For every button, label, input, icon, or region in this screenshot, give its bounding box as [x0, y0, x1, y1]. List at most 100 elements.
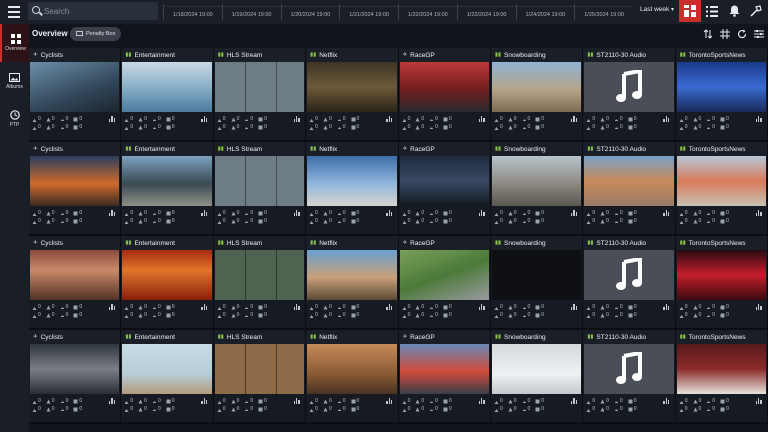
bar-chart-icon[interactable]: [570, 304, 577, 310]
stream-tile[interactable]: ▮▮ Snowboarding 0 0 0 0 0 0 0 0: [490, 330, 584, 424]
bar-chart-icon[interactable]: [570, 398, 577, 404]
bar-chart-icon[interactable]: [109, 304, 115, 310]
stream-tile[interactable]: ✈ Cyclists 0 0 0 0 0 0 0 0: [29, 48, 122, 142]
stream-thumbnail[interactable]: [399, 250, 489, 300]
bar-chart-icon[interactable]: [663, 398, 670, 404]
stream-tile[interactable]: ▮▮ TorontoSportsNews 0 0 0 0 0 0 0 0: [675, 236, 768, 330]
bar-chart-icon[interactable]: [201, 210, 208, 216]
stream-thumbnail[interactable]: [584, 250, 674, 300]
stream-tile[interactable]: ✈ Cyclists 0 0 0 0 0 0 0 0: [29, 236, 122, 330]
stream-thumbnail[interactable]: [30, 156, 120, 206]
bar-chart-icon[interactable]: [478, 398, 485, 404]
stream-thumbnail[interactable]: [491, 250, 582, 300]
stream-thumbnail[interactable]: [30, 250, 120, 300]
stream-thumbnail[interactable]: [30, 62, 120, 112]
bar-chart-icon[interactable]: [478, 304, 485, 310]
refresh-button[interactable]: [736, 28, 747, 39]
bar-chart-icon[interactable]: [386, 304, 393, 310]
hamburger-menu-button[interactable]: [4, 2, 24, 22]
sort-button[interactable]: [702, 28, 713, 39]
bar-chart-icon[interactable]: [570, 116, 577, 122]
stream-tile[interactable]: ▮▮ TorontoSportsNews 0 0 0 0 0 0 0 0: [675, 48, 768, 142]
timeline[interactable]: 1/18/2024 19:00 1/19/2024 19:00 1/20/202…: [163, 4, 633, 20]
stream-thumbnail[interactable]: [214, 156, 305, 206]
stream-thumbnail[interactable]: [584, 62, 674, 112]
stream-thumbnail[interactable]: [399, 62, 489, 112]
stream-tile[interactable]: ▮▮ Netflix 0 0 0 0 0 0 0 0: [306, 142, 399, 236]
settings-button[interactable]: [753, 28, 764, 39]
bar-chart-icon[interactable]: [386, 116, 393, 122]
bar-chart-icon[interactable]: [386, 210, 393, 216]
stream-tile[interactable]: ▮▮ Netflix 0 0 0 0 0 0 0 0: [306, 236, 399, 330]
bar-chart-icon[interactable]: [293, 116, 300, 122]
stream-tile[interactable]: ▮▮ HLS Stream 0 0 0 0 0 0 0 0: [213, 236, 307, 330]
stream-tile[interactable]: ▮▮ HLS Stream 0 0 0 0 0 0 0 0: [213, 48, 307, 142]
bar-chart-icon[interactable]: [570, 210, 577, 216]
stream-thumbnail[interactable]: [214, 62, 305, 112]
stream-tile[interactable]: ▮▮ Netflix 0 0 0 0 0 0 0 0: [306, 48, 399, 142]
stream-tile[interactable]: ▮▮ HLS Stream 0 0 0 0 0 0 0 0: [213, 330, 307, 424]
stream-thumbnail[interactable]: [122, 250, 212, 300]
bar-chart-icon[interactable]: [478, 210, 485, 216]
stream-thumbnail[interactable]: [307, 156, 397, 206]
stream-tile[interactable]: ✈ RaceGP 0 0 0 0 0 0 0 0: [398, 142, 491, 236]
bar-chart-icon[interactable]: [293, 210, 300, 216]
stream-tile[interactable]: ▮▮ Entertainment 0 0 0 0 0 0 0 0: [121, 142, 214, 236]
stream-tile[interactable]: ▮▮ TorontoSportsNews 0 0 0 0 0 0 0 0: [675, 142, 768, 236]
list-view-button[interactable]: [701, 0, 723, 22]
stream-tile[interactable]: ▮▮ Entertainment 0 0 0 0 0 0 0 0: [121, 330, 214, 424]
stream-thumbnail[interactable]: [676, 250, 767, 300]
sidebar-item-albums[interactable]: Albums: [0, 62, 29, 100]
stream-tile[interactable]: ▮▮ Netflix 0 0 0 0 0 0 0 0: [306, 330, 399, 424]
stream-thumbnail[interactable]: [491, 156, 582, 206]
stream-thumbnail[interactable]: [214, 250, 305, 300]
stream-tile[interactable]: ▮▮ TorontoSportsNews 0 0 0 0 0 0 0 0: [675, 330, 768, 424]
bar-chart-icon[interactable]: [478, 116, 485, 122]
stream-tile[interactable]: ✈ Cyclists 0 0 0 0 0 0 0 0: [29, 142, 122, 236]
stream-thumbnail[interactable]: [122, 62, 212, 112]
tools-button[interactable]: [745, 0, 767, 22]
stream-tile[interactable]: ▮▮ Snowboarding 0 0 0 0 0 0 0 0: [490, 142, 584, 236]
stream-tile[interactable]: ▮▮ ST2110-30 Audio 0 0 0 0 0 0 0 0: [583, 236, 676, 330]
notifications-button[interactable]: [723, 0, 745, 22]
stream-tile[interactable]: ✈ RaceGP 0 0 0 0 0 0 0 0: [398, 330, 491, 424]
stream-tile[interactable]: ▮▮ Snowboarding 0 0 0 0 0 0 0 0: [490, 236, 584, 330]
bar-chart-icon[interactable]: [755, 304, 762, 310]
bar-chart-icon[interactable]: [109, 116, 115, 122]
bar-chart-icon[interactable]: [109, 398, 115, 404]
stream-thumbnail[interactable]: [676, 156, 767, 206]
sidebar-item-ptp[interactable]: PTP: [0, 100, 29, 138]
bar-chart-icon[interactable]: [293, 398, 300, 404]
bar-chart-icon[interactable]: [201, 116, 208, 122]
bar-chart-icon[interactable]: [201, 304, 208, 310]
stream-thumbnail[interactable]: [584, 344, 674, 394]
stream-thumbnail[interactable]: [399, 344, 489, 394]
bar-chart-icon[interactable]: [663, 210, 670, 216]
stream-thumbnail[interactable]: [676, 344, 767, 394]
search-input[interactable]: [44, 6, 144, 16]
stream-tile[interactable]: ▮▮ ST2110-30 Audio 0 0 0 0 0 0 0 0: [583, 330, 676, 424]
bar-chart-icon[interactable]: [755, 210, 762, 216]
sidebar-item-overview[interactable]: Overview: [0, 24, 29, 62]
stream-tile[interactable]: ✈ Cyclists 0 0 0 0 0 0 0 0: [29, 330, 122, 424]
stream-thumbnail[interactable]: [307, 250, 397, 300]
stream-thumbnail[interactable]: [214, 344, 305, 394]
stream-thumbnail[interactable]: [307, 344, 397, 394]
stream-thumbnail[interactable]: [491, 62, 582, 112]
stream-thumbnail[interactable]: [676, 62, 767, 112]
bar-chart-icon[interactable]: [755, 116, 762, 122]
stream-thumbnail[interactable]: [399, 156, 489, 206]
stream-tile[interactable]: ▮▮ ST2110-30 Audio 0 0 0 0 0 0 0 0: [583, 142, 676, 236]
bar-chart-icon[interactable]: [201, 398, 208, 404]
bar-chart-icon[interactable]: [293, 304, 300, 310]
stream-tile[interactable]: ✈ RaceGP 0 0 0 0 0 0 0 0: [398, 48, 491, 142]
dashboard-view-button[interactable]: [679, 0, 701, 22]
bar-chart-icon[interactable]: [663, 116, 670, 122]
bar-chart-icon[interactable]: [663, 304, 670, 310]
stream-thumbnail[interactable]: [491, 344, 582, 394]
bar-chart-icon[interactable]: [109, 210, 115, 216]
bar-chart-icon[interactable]: [386, 398, 393, 404]
stream-thumbnail[interactable]: [122, 344, 212, 394]
bar-chart-icon[interactable]: [755, 398, 762, 404]
stream-tile[interactable]: ▮▮ Entertainment 0 0 0 0 0 0 0 0: [121, 236, 214, 330]
